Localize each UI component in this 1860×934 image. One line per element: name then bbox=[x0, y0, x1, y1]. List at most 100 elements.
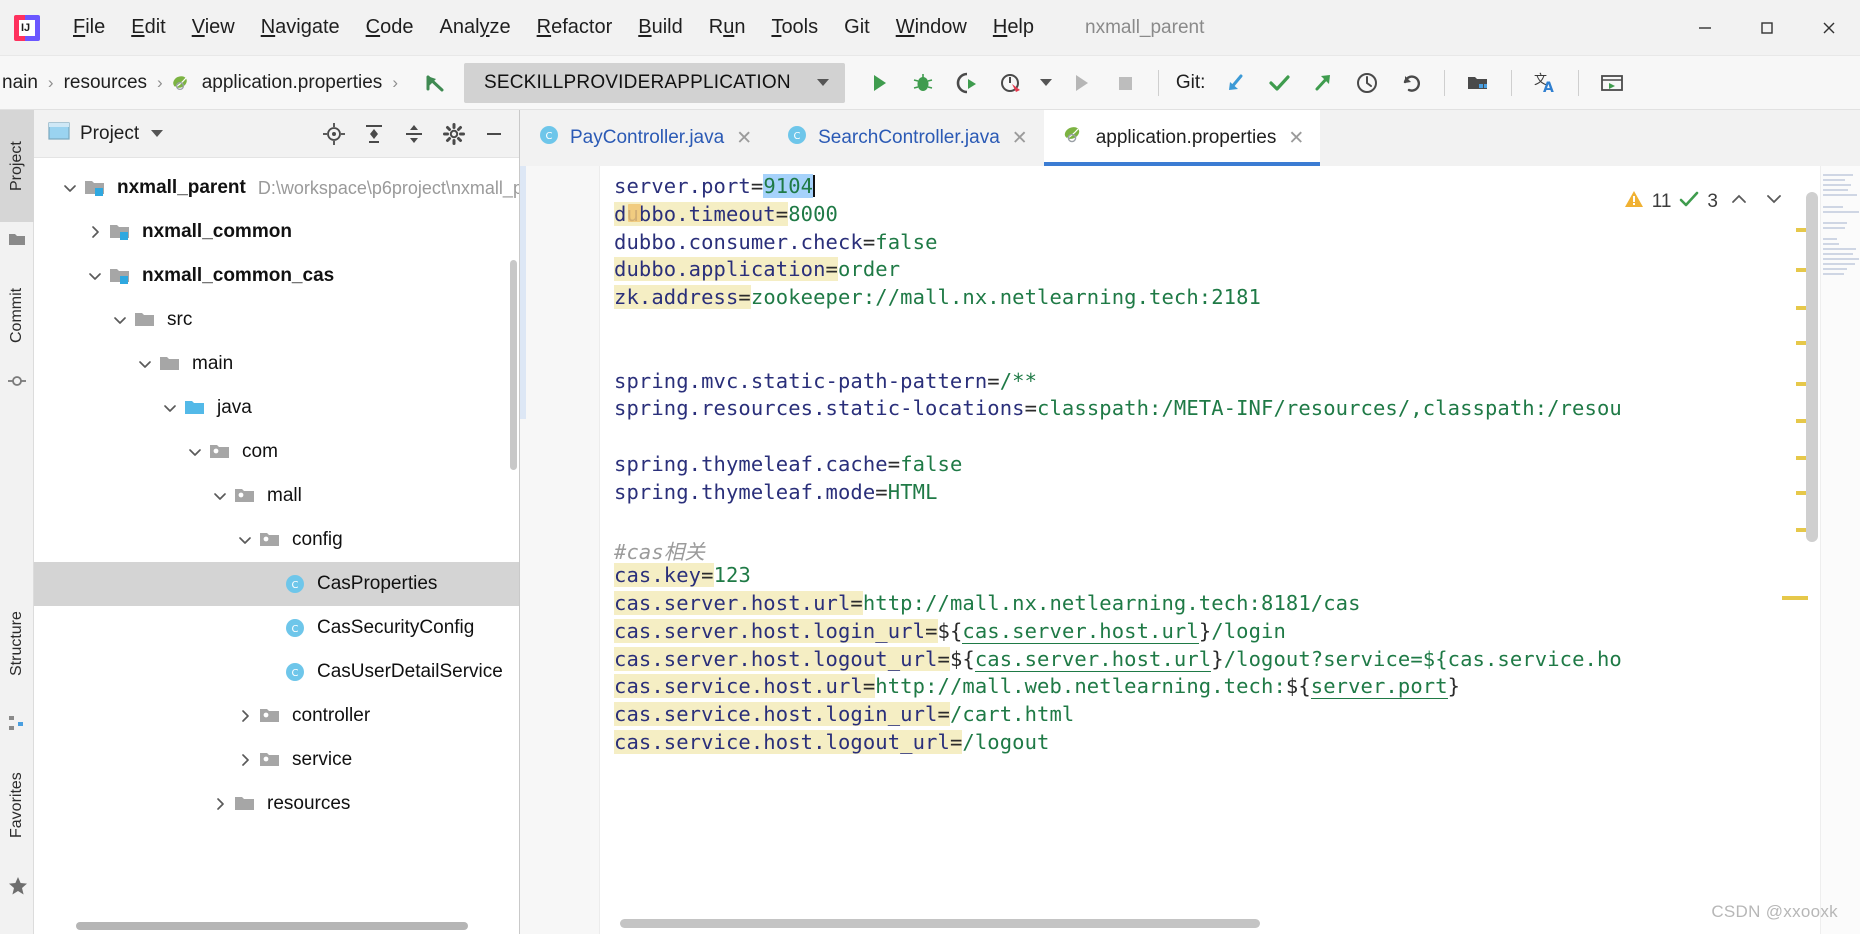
project-panel-scrollbar[interactable] bbox=[510, 260, 517, 470]
menu-item-code[interactable]: Code bbox=[353, 12, 427, 43]
menu-item-navigate[interactable]: Navigate bbox=[248, 12, 353, 43]
project-panel-hscrollbar[interactable] bbox=[76, 922, 468, 930]
presentation-icon[interactable] bbox=[1592, 63, 1632, 103]
tree-node-nxmall-parent[interactable]: nxmall_parent D:\workspace\p6project\nxma… bbox=[34, 166, 519, 210]
code-line[interactable]: cas.service.host.logout_url=/logout bbox=[614, 730, 1050, 754]
code-line[interactable]: spring.thymeleaf.cache=false bbox=[614, 452, 962, 476]
code-line[interactable]: spring.thymeleaf.mode=HTML bbox=[614, 480, 938, 504]
tree-caret-icon[interactable] bbox=[135, 354, 155, 374]
tree-caret-icon[interactable] bbox=[185, 442, 205, 462]
menu-item-build[interactable]: Build bbox=[625, 12, 695, 43]
tree-caret-icon[interactable] bbox=[235, 530, 255, 550]
code-line[interactable]: zk.address=zookeeper://mall.nx.netlearni… bbox=[614, 285, 1261, 310]
minimize-button[interactable] bbox=[1674, 0, 1736, 56]
menu-item-run[interactable]: Run bbox=[696, 12, 759, 43]
code-line[interactable] bbox=[614, 758, 626, 782]
tree-caret-icon[interactable] bbox=[210, 486, 230, 506]
rerun-icon[interactable] bbox=[1061, 63, 1101, 103]
code-line[interactable]: spring.resources.static-locations=classp… bbox=[614, 396, 1622, 420]
locate-icon[interactable] bbox=[315, 115, 353, 153]
editor-tab-searchcontroller-java[interactable]: C SearchController.java ✕ bbox=[768, 110, 1044, 166]
tree-caret-icon[interactable] bbox=[110, 310, 130, 330]
menu-item-file[interactable]: File bbox=[60, 12, 118, 43]
editor-vertical-scrollbar[interactable] bbox=[1806, 192, 1818, 542]
tree-node-controller[interactable]: controller bbox=[34, 694, 519, 738]
debug-icon[interactable] bbox=[903, 63, 943, 103]
code-line[interactable]: cas.service.host.url=http://mall.web.net… bbox=[614, 674, 1460, 700]
code-line[interactable]: dubbo.application=order bbox=[614, 257, 900, 282]
sidebar-tab-commit[interactable]: Commit bbox=[0, 260, 34, 370]
close-icon[interactable]: ✕ bbox=[1010, 127, 1030, 150]
profile-dropdown-icon[interactable] bbox=[1035, 63, 1057, 103]
tree-caret-icon[interactable] bbox=[210, 794, 230, 814]
menu-item-edit[interactable]: Edit bbox=[118, 12, 178, 43]
editor-tab-application-properties[interactable]: application.properties ✕ bbox=[1043, 110, 1321, 166]
chevron-up-icon[interactable] bbox=[1725, 191, 1753, 212]
breadcrumb-item-0[interactable]: nain bbox=[0, 72, 40, 94]
code-line[interactable]: dubbo.timeout=8000 bbox=[614, 201, 838, 226]
tree-node-cassecurityconfig[interactable]: C CasSecurityConfig bbox=[34, 606, 519, 650]
settings-gear-icon[interactable] bbox=[435, 115, 473, 153]
tree-caret-icon[interactable] bbox=[85, 222, 105, 242]
tree-caret-icon[interactable] bbox=[260, 662, 280, 682]
code-line[interactable] bbox=[614, 424, 626, 448]
code-minimap[interactable] bbox=[1820, 166, 1860, 934]
tree-node-resources[interactable]: resources bbox=[34, 782, 519, 826]
code-line[interactable]: cas.service.host.login_url=/cart.html bbox=[614, 702, 1074, 727]
editor-horizontal-scrollbar[interactable] bbox=[620, 919, 1260, 928]
menu-item-refactor[interactable]: Refactor bbox=[524, 12, 626, 43]
undo-icon[interactable] bbox=[1391, 63, 1431, 103]
inspection-widget[interactable]: 11 3 bbox=[1616, 186, 1794, 217]
menu-item-window[interactable]: Window bbox=[883, 12, 980, 43]
tree-node-src[interactable]: src bbox=[34, 298, 519, 342]
chevron-down-icon[interactable] bbox=[1760, 191, 1788, 212]
tree-caret-icon[interactable] bbox=[260, 574, 280, 594]
translate-icon[interactable]: 文 A bbox=[1525, 63, 1565, 103]
close-button[interactable] bbox=[1798, 0, 1860, 56]
run-configuration-selector[interactable]: SECKILLPROVIDERAPPLICATION bbox=[463, 62, 845, 103]
tree-node-service[interactable]: service bbox=[34, 738, 519, 782]
tree-node-config[interactable]: config bbox=[34, 518, 519, 562]
menu-item-tools[interactable]: Tools bbox=[758, 12, 831, 43]
tree-caret-icon[interactable] bbox=[235, 706, 255, 726]
tree-node-java[interactable]: java bbox=[34, 386, 519, 430]
tree-caret-icon[interactable] bbox=[235, 750, 255, 770]
tree-caret-icon[interactable] bbox=[160, 398, 180, 418]
code-editor[interactable]: 1server.port=91042dubbo.timeout=80003dub… bbox=[520, 166, 1860, 934]
menu-item-help[interactable]: Help bbox=[980, 12, 1047, 43]
run-with-coverage-icon[interactable] bbox=[947, 63, 987, 103]
tree-caret-icon[interactable] bbox=[260, 618, 280, 638]
tree-node-casproperties[interactable]: C CasProperties bbox=[34, 562, 519, 606]
history-icon[interactable] bbox=[1347, 63, 1387, 103]
git-update-icon[interactable] bbox=[1215, 63, 1255, 103]
code-line[interactable]: dubbo.consumer.check=false bbox=[614, 230, 938, 254]
git-commit-icon[interactable] bbox=[1259, 63, 1299, 103]
collapse-all-icon[interactable] bbox=[395, 115, 433, 153]
code-line[interactable]: spring.mvc.static-path-pattern=/** bbox=[614, 369, 1037, 393]
tree-node-com[interactable]: com bbox=[34, 430, 519, 474]
editor-tab-paycontroller-java[interactable]: C PayController.java ✕ bbox=[520, 110, 768, 166]
close-icon[interactable]: ✕ bbox=[1286, 127, 1306, 150]
run-icon[interactable] bbox=[859, 63, 899, 103]
tree-node-mall[interactable]: mall bbox=[34, 474, 519, 518]
menu-item-analyze[interactable]: Analyze bbox=[426, 12, 523, 43]
breadcrumb-item-1[interactable]: resources bbox=[62, 72, 149, 94]
sidebar-tab-structure[interactable]: Structure bbox=[0, 580, 34, 708]
git-push-icon[interactable] bbox=[1303, 63, 1343, 103]
maximize-button[interactable] bbox=[1736, 0, 1798, 56]
code-line[interactable]: cas.server.host.logout_url=${cas.server.… bbox=[614, 646, 1622, 672]
sidebar-tab-project[interactable]: Project bbox=[0, 110, 34, 222]
tree-caret-icon[interactable] bbox=[85, 266, 105, 286]
hide-panel-icon[interactable] bbox=[475, 115, 513, 153]
chevron-down-icon[interactable] bbox=[151, 130, 164, 137]
code-line[interactable]: cas.key=123 bbox=[614, 563, 751, 588]
tree-node-nxmall-common[interactable]: nxmall_common bbox=[34, 210, 519, 254]
code-line[interactable] bbox=[614, 508, 626, 532]
close-icon[interactable]: ✕ bbox=[734, 127, 754, 150]
tree-node-main[interactable]: main bbox=[34, 342, 519, 386]
code-line[interactable] bbox=[614, 313, 626, 337]
project-structure-icon[interactable] bbox=[1458, 63, 1498, 103]
profile-icon[interactable] bbox=[991, 63, 1031, 103]
back-arrow-icon[interactable] bbox=[420, 68, 450, 98]
code-line[interactable]: server.port=9104 bbox=[614, 174, 816, 198]
